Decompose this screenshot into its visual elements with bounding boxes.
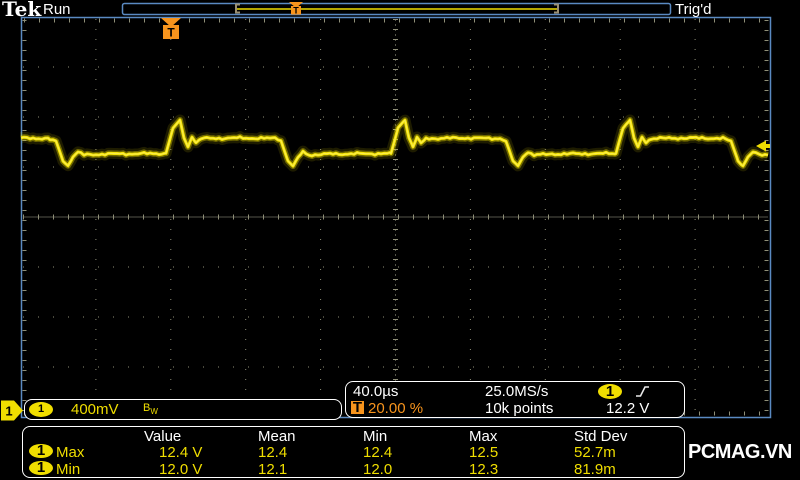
measurement-value: 12.0: [363, 461, 393, 478]
svg-text:T: T: [167, 26, 175, 40]
channel1-readout-box: 1 400mV BW: [24, 399, 342, 420]
measurement-header: Max: [469, 428, 498, 445]
trigger-source-badge: 1: [598, 384, 622, 399]
measurement-header: Min: [363, 428, 388, 445]
trigger-level-value: 12.2 V: [606, 400, 650, 417]
channel1-scale: 400mV: [71, 401, 119, 418]
measurement-value: 12.0 V: [159, 461, 203, 478]
measurement-name: Max: [56, 444, 85, 461]
measurement-channel-badge: 1: [29, 443, 53, 458]
trigger-position-percent: 20.00 %: [368, 400, 424, 417]
record-length: 10k points: [485, 400, 554, 417]
tek-logo: Tek: [2, 0, 42, 21]
measurement-value: 12.4: [258, 444, 288, 461]
measurement-value: 12.3: [469, 461, 499, 478]
measurement-channel-badge: 1: [29, 460, 53, 475]
rising-edge-slope-icon: [636, 386, 649, 397]
trigger-status: Trig'd: [675, 1, 712, 18]
measurement-value: 52.7m: [574, 444, 616, 461]
timebase-trigger-readout-box: 40.0µs 25.0MS/s 1 T 20.00 % 10k points 1…: [345, 381, 685, 418]
measurement-name: Min: [56, 461, 81, 478]
measurement-value: 81.9m: [574, 461, 616, 478]
trigger-t-badge-icon: T: [351, 399, 364, 416]
watermark: PCMAG.VN: [688, 441, 792, 463]
measurement-value: 12.1: [258, 461, 288, 478]
measurement-table: Value Mean Min Max Std Dev 1 Max 12.4 V 12.4 12.4…: [22, 426, 685, 478]
measurement-value: 12.4: [363, 444, 393, 461]
svg-text:1: 1: [5, 404, 12, 419]
acquisition-status: Run: [43, 1, 71, 18]
channel1-badge: 1: [29, 402, 53, 417]
measurement-value: 12.5: [469, 444, 499, 461]
sample-rate: 25.0MS/s: [485, 383, 549, 400]
bandwidth-limit-icon: BW: [143, 402, 158, 417]
oscilloscope-screen: T T 1 Tek Run Trig'd 1 400mV BW 40.0µs 25.…: [0, 0, 800, 480]
measurement-row: 1 Min 12.0 V 12.1 12.0 12.3 81.9m: [23, 460, 684, 478]
measurement-row: 1 Max 12.4 V 12.4 12.4 12.5 52.7m: [23, 443, 684, 461]
measurement-value: 12.4 V: [159, 444, 203, 461]
measurement-header: Mean: [258, 428, 296, 445]
measurement-header: Std Dev: [574, 428, 628, 445]
timebase-scale: 40.0µs: [353, 383, 399, 400]
svg-text:T: T: [293, 6, 299, 16]
measurement-header: Value: [144, 428, 182, 445]
